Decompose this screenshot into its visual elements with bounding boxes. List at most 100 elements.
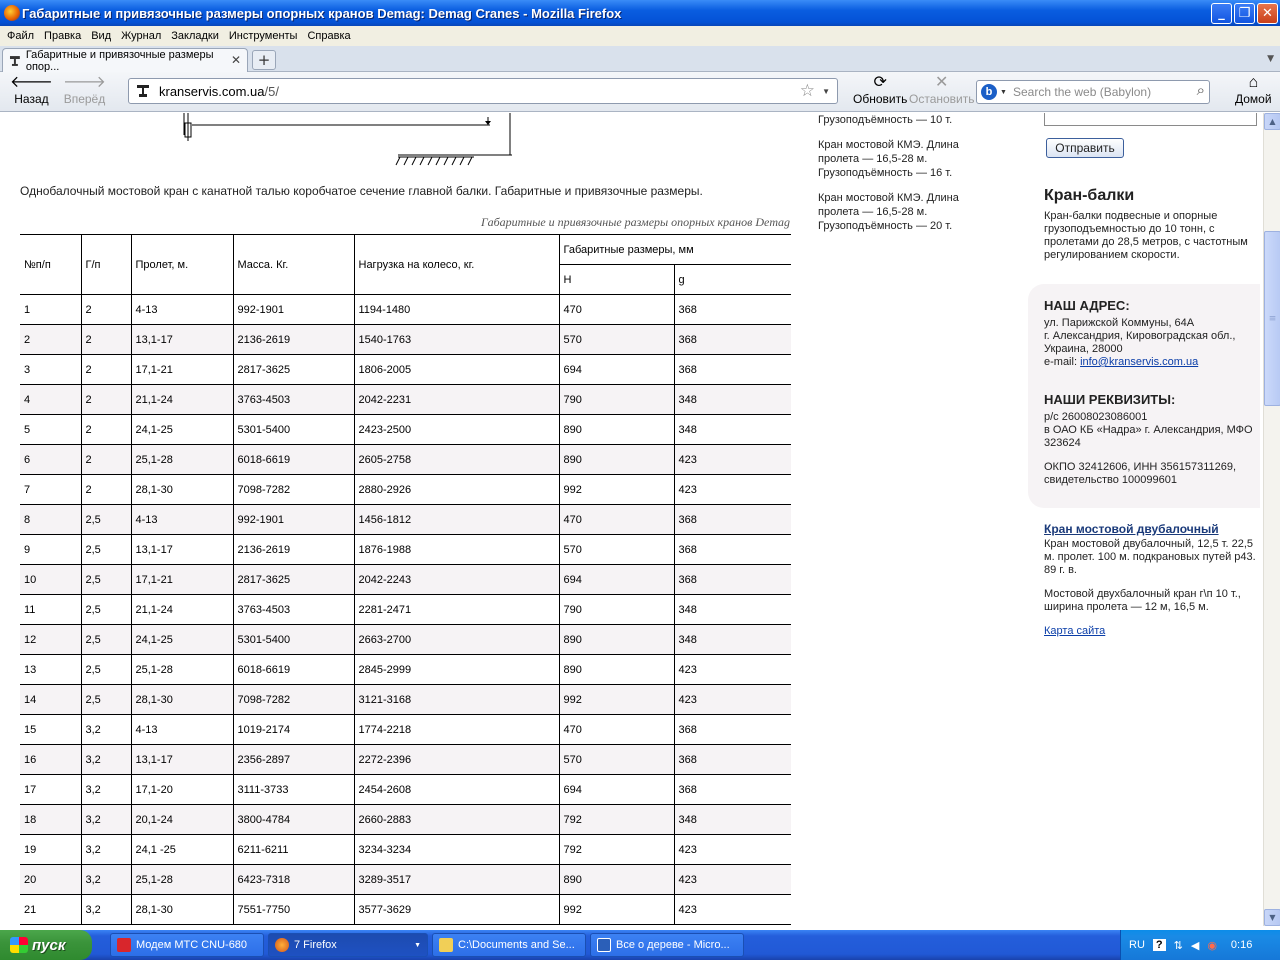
engine-dropdown-icon[interactable]: ▼: [1000, 89, 1007, 96]
cell-gp: 2,5: [81, 624, 132, 655]
cell-gp: 2,5: [81, 654, 132, 685]
feedback-input[interactable]: [1044, 113, 1257, 126]
task-firefox[interactable]: 7 Firefox ▼: [268, 933, 428, 957]
cell-span: 24,1 -25: [131, 834, 234, 865]
reload-button[interactable]: ⟳ Обновить: [853, 74, 907, 106]
url-bar[interactable]: kranservis.com.ua/5/ ☆ ▼: [128, 78, 838, 104]
scroll-down-icon[interactable]: ▼: [1264, 909, 1280, 926]
table-row: 15 3,2 4-13 1019-2174 1774-2218 470 368: [20, 714, 791, 745]
email-link[interactable]: info@kranservis.com.ua: [1080, 356, 1198, 368]
babylon-engine-icon[interactable]: b: [981, 84, 997, 100]
task-word[interactable]: Все о дереве - Micro...: [590, 933, 744, 957]
sitemap-link[interactable]: Карта сайта: [1044, 625, 1105, 637]
kb-title: Кран-балки: [1044, 187, 1135, 204]
cell-gp: 2: [81, 384, 132, 415]
opera-tray-icon[interactable]: ◉: [1207, 939, 1217, 952]
cell-load: 2281-2471: [354, 594, 560, 625]
scroll-up-icon[interactable]: ▲: [1264, 113, 1280, 130]
forward-arrow-icon: 🡒: [63, 74, 106, 91]
cell-h: 790: [559, 594, 675, 625]
forward-button[interactable]: 🡒 Вперёд: [63, 74, 106, 106]
table-row: 20 3,2 25,1-28 6423-7318 3289-3517 890 423: [20, 864, 791, 895]
address-title: НАШ АДРЕС:: [1044, 298, 1130, 313]
header-g: g: [674, 264, 791, 295]
menu-bookmarks[interactable]: Закладки: [166, 30, 224, 42]
help-icon[interactable]: ?: [1152, 939, 1166, 951]
cell-span: 28,1-30: [131, 894, 234, 925]
table-row: 4 2 21,1-24 3763-4503 2042-2231 790 348: [20, 384, 791, 415]
cell-load: 2660-2883: [354, 804, 560, 835]
send-button[interactable]: Отправить: [1046, 138, 1124, 158]
double-girder-desc: Кран мостовой двубалочный, 12,5 т. 22,5 …: [1044, 538, 1256, 576]
menu-file[interactable]: Файл: [2, 30, 39, 42]
menu-history[interactable]: Журнал: [116, 30, 166, 42]
maximize-button[interactable]: ❐: [1234, 3, 1255, 24]
cell-load: 1774-2218: [354, 714, 560, 745]
cell-load: 1540-1763: [354, 324, 560, 355]
task-modem[interactable]: Модем МТС CNU-680: [110, 933, 264, 957]
network-icon[interactable]: ⇅: [1174, 939, 1183, 952]
menu-tools[interactable]: Инструменты: [224, 30, 303, 42]
cell-g: 368: [674, 534, 791, 565]
task-group-dropdown-icon[interactable]: ▼: [414, 942, 421, 949]
search-bar[interactable]: b ▼ Search the web (Babylon) ⌕: [976, 80, 1210, 104]
cell-gp: 2: [81, 474, 132, 505]
cell-load: 1194-1480: [354, 294, 560, 325]
tab-active[interactable]: Габаритные и привязочные размеры опор...…: [2, 48, 248, 73]
cell-num: 13: [20, 654, 82, 685]
cell-span: 21,1-24: [131, 594, 234, 625]
stop-button[interactable]: ✕ Остановить: [909, 74, 975, 106]
cell-g: 368: [674, 564, 791, 595]
cell-g: 423: [674, 654, 791, 685]
url-path: /5/: [264, 83, 279, 99]
table-row: 5 2 24,1-25 5301-5400 2423-2500 890 348: [20, 414, 791, 445]
system-tray: RU ? ⇅ ◀ ◉ 0:16: [1120, 930, 1280, 960]
table-row: 17 3,2 17,1-20 3111-3733 2454-2608 694 368: [20, 774, 791, 805]
scroll-thumb[interactable]: ≡: [1264, 231, 1280, 406]
cell-mass: 7098-7282: [233, 474, 355, 505]
task-explorer[interactable]: C:\Documents and Se...: [432, 933, 586, 957]
cell-num: 20: [20, 864, 82, 895]
cell-load: 1806-2005: [354, 354, 560, 385]
cell-g: 423: [674, 444, 791, 475]
bookmark-star-icon[interactable]: ☆: [800, 81, 815, 101]
cell-span: 20,1-24: [131, 804, 234, 835]
cell-gp: 2,5: [81, 564, 132, 595]
home-button[interactable]: ⌂ Домой: [1235, 74, 1272, 106]
cell-g: 368: [674, 714, 791, 745]
menu-edit[interactable]: Правка: [39, 30, 86, 42]
start-label: пуск: [32, 936, 66, 954]
table-row: 2 2 13,1-17 2136-2619 1540-1763 570 368: [20, 324, 791, 355]
cell-mass: 5301-5400: [233, 414, 355, 445]
cell-span: 24,1-25: [131, 624, 234, 655]
cell-g: 423: [674, 474, 791, 505]
cell-mass: 992-1901: [233, 504, 355, 535]
search-icon[interactable]: ⌕: [1197, 82, 1205, 99]
close-button[interactable]: ✕: [1257, 3, 1278, 24]
cell-h: 694: [559, 354, 675, 385]
vertical-scrollbar[interactable]: ▲ ≡ ▼: [1263, 113, 1280, 926]
start-button[interactable]: пуск: [0, 930, 92, 960]
language-indicator[interactable]: RU: [1129, 939, 1145, 951]
tab-title: Габаритные и привязочные размеры опор...: [25, 48, 214, 73]
cell-span: 28,1-30: [131, 684, 234, 715]
back-button[interactable]: 🡐 Назад: [10, 74, 53, 106]
cell-load: 2663-2700: [354, 624, 560, 655]
cell-span: 25,1-28: [131, 444, 234, 475]
cell-num: 17: [20, 774, 82, 805]
minimize-button[interactable]: _: [1211, 3, 1232, 24]
cell-h: 570: [559, 324, 675, 355]
volume-icon[interactable]: ◀: [1191, 939, 1199, 952]
menu-help[interactable]: Справка: [302, 30, 355, 42]
url-dropdown-icon[interactable]: ▼: [822, 87, 830, 96]
new-tab-button[interactable]: +: [252, 50, 276, 70]
cell-mass: 3763-4503: [233, 594, 355, 625]
cell-mass: 6423-7318: [233, 864, 355, 895]
email-label: e-mail:: [1044, 356, 1081, 368]
menu-view[interactable]: Вид: [86, 30, 116, 42]
double-girder-crane-link[interactable]: Кран мостовой двубалочный: [1044, 522, 1219, 536]
tab-list-icon[interactable]: ▼: [1267, 54, 1274, 64]
tab-close-icon[interactable]: ✕: [231, 53, 241, 67]
offer-item: Кран мостовой КМЭ. Длина пролета — 16,5-…: [818, 139, 959, 179]
cell-gp: 2: [81, 444, 132, 475]
